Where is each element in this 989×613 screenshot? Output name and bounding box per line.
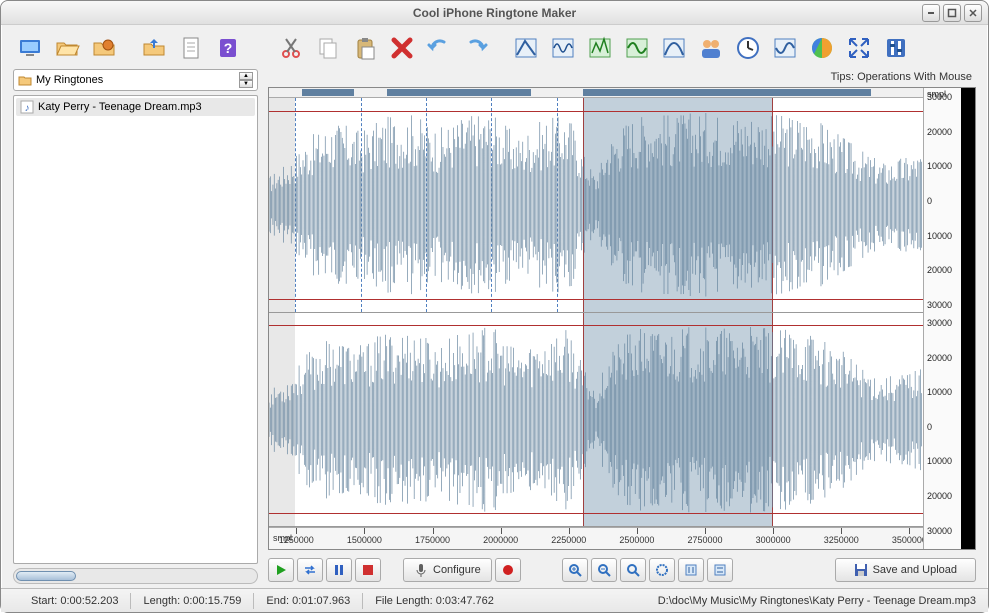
settings-icon[interactable]	[879, 31, 913, 65]
file-list[interactable]: ♪ Katy Perry - Teenage Dream.mp3	[13, 95, 258, 564]
maximize-button[interactable]	[943, 4, 961, 22]
titlebar: Cool iPhone Ringtone Maker	[1, 1, 988, 25]
help-icon[interactable]: ?	[211, 31, 245, 65]
effect-2-icon[interactable]	[546, 31, 580, 65]
undo-icon[interactable]	[422, 31, 456, 65]
effect-4-icon[interactable]	[620, 31, 654, 65]
play-button[interactable]	[268, 558, 294, 582]
file-item[interactable]: ♪ Katy Perry - Teenage Dream.mp3	[16, 98, 255, 116]
stop-button[interactable]	[355, 558, 381, 582]
effect-7-icon[interactable]	[805, 31, 839, 65]
svg-text:♪: ♪	[25, 103, 30, 114]
window-title: Cool iPhone Ringtone Maker	[1, 6, 988, 20]
expand-icon[interactable]	[842, 31, 876, 65]
configure-label: Configure	[433, 564, 481, 576]
combo-up[interactable]: ▲	[239, 72, 253, 80]
zoom-sel-button[interactable]	[649, 558, 675, 582]
record-button[interactable]	[495, 558, 521, 582]
waveform-frame: smpl 12500001500000175000020000002250000…	[268, 87, 976, 550]
combo-down[interactable]: ▼	[239, 80, 253, 88]
marker-2-button[interactable]	[707, 558, 733, 582]
folder-gear-icon[interactable]	[87, 31, 121, 65]
zoom-in-button[interactable]	[562, 558, 588, 582]
monitor-icon[interactable]	[13, 31, 47, 65]
loop-button[interactable]	[297, 558, 323, 582]
marker-1-button[interactable]	[678, 558, 704, 582]
zoom-out-button[interactable]	[591, 558, 617, 582]
zoom-fit-button[interactable]	[620, 558, 646, 582]
save-upload-label: Save and Upload	[873, 564, 957, 576]
sidebar-scrollbar[interactable]	[13, 568, 258, 584]
open-folder-icon[interactable]	[50, 31, 84, 65]
cut-icon[interactable]	[274, 31, 308, 65]
level-meter	[961, 88, 975, 549]
waveform-channel-right[interactable]	[269, 313, 923, 528]
scrollbar-thumb[interactable]	[16, 571, 76, 581]
mic-icon	[414, 563, 428, 577]
redo-icon[interactable]	[459, 31, 493, 65]
effect-3-icon[interactable]	[583, 31, 617, 65]
waveform-channel-left[interactable]	[269, 98, 923, 313]
playback-controls: Configure Save and Upload	[268, 550, 976, 584]
effect-1-icon[interactable]	[509, 31, 543, 65]
copy-icon[interactable]	[311, 31, 345, 65]
users-icon[interactable]	[694, 31, 728, 65]
close-button[interactable]	[964, 4, 982, 22]
status-bar: Start: 0:00:52.203 Length: 0:00:15.759 E…	[1, 588, 988, 612]
folder-combo[interactable]: My Ringtones ▲ ▼	[13, 69, 258, 91]
svg-text:?: ?	[224, 40, 233, 56]
tips-label: Tips: Operations With Mouse	[268, 69, 976, 87]
clock-icon[interactable]	[731, 31, 765, 65]
folder-up-icon[interactable]	[137, 31, 171, 65]
configure-button[interactable]: Configure	[403, 558, 492, 582]
file-item-label: Katy Perry - Teenage Dream.mp3	[38, 101, 202, 113]
folder-combo-label: My Ringtones	[36, 74, 103, 86]
paste-icon[interactable]	[348, 31, 382, 65]
effect-5-icon[interactable]	[657, 31, 691, 65]
amplitude-ruler: smpl 30000200001000001000020000300003000…	[923, 88, 961, 549]
main-toolbar: ?	[13, 31, 976, 65]
effect-6-icon[interactable]	[768, 31, 802, 65]
save-icon	[854, 563, 868, 577]
save-upload-button[interactable]: Save and Upload	[835, 558, 976, 582]
overview-bar[interactable]	[269, 88, 923, 98]
folder-icon	[18, 73, 32, 87]
music-file-icon: ♪	[20, 100, 34, 114]
minimize-button[interactable]	[922, 4, 940, 22]
time-ruler: smpl 12500001500000175000020000002250000…	[269, 527, 923, 549]
status-path: D:\doc\My Music\My Ringtones\Katy Perry …	[658, 595, 980, 607]
delete-icon[interactable]	[385, 31, 419, 65]
pause-button[interactable]	[326, 558, 352, 582]
document-icon[interactable]	[174, 31, 208, 65]
